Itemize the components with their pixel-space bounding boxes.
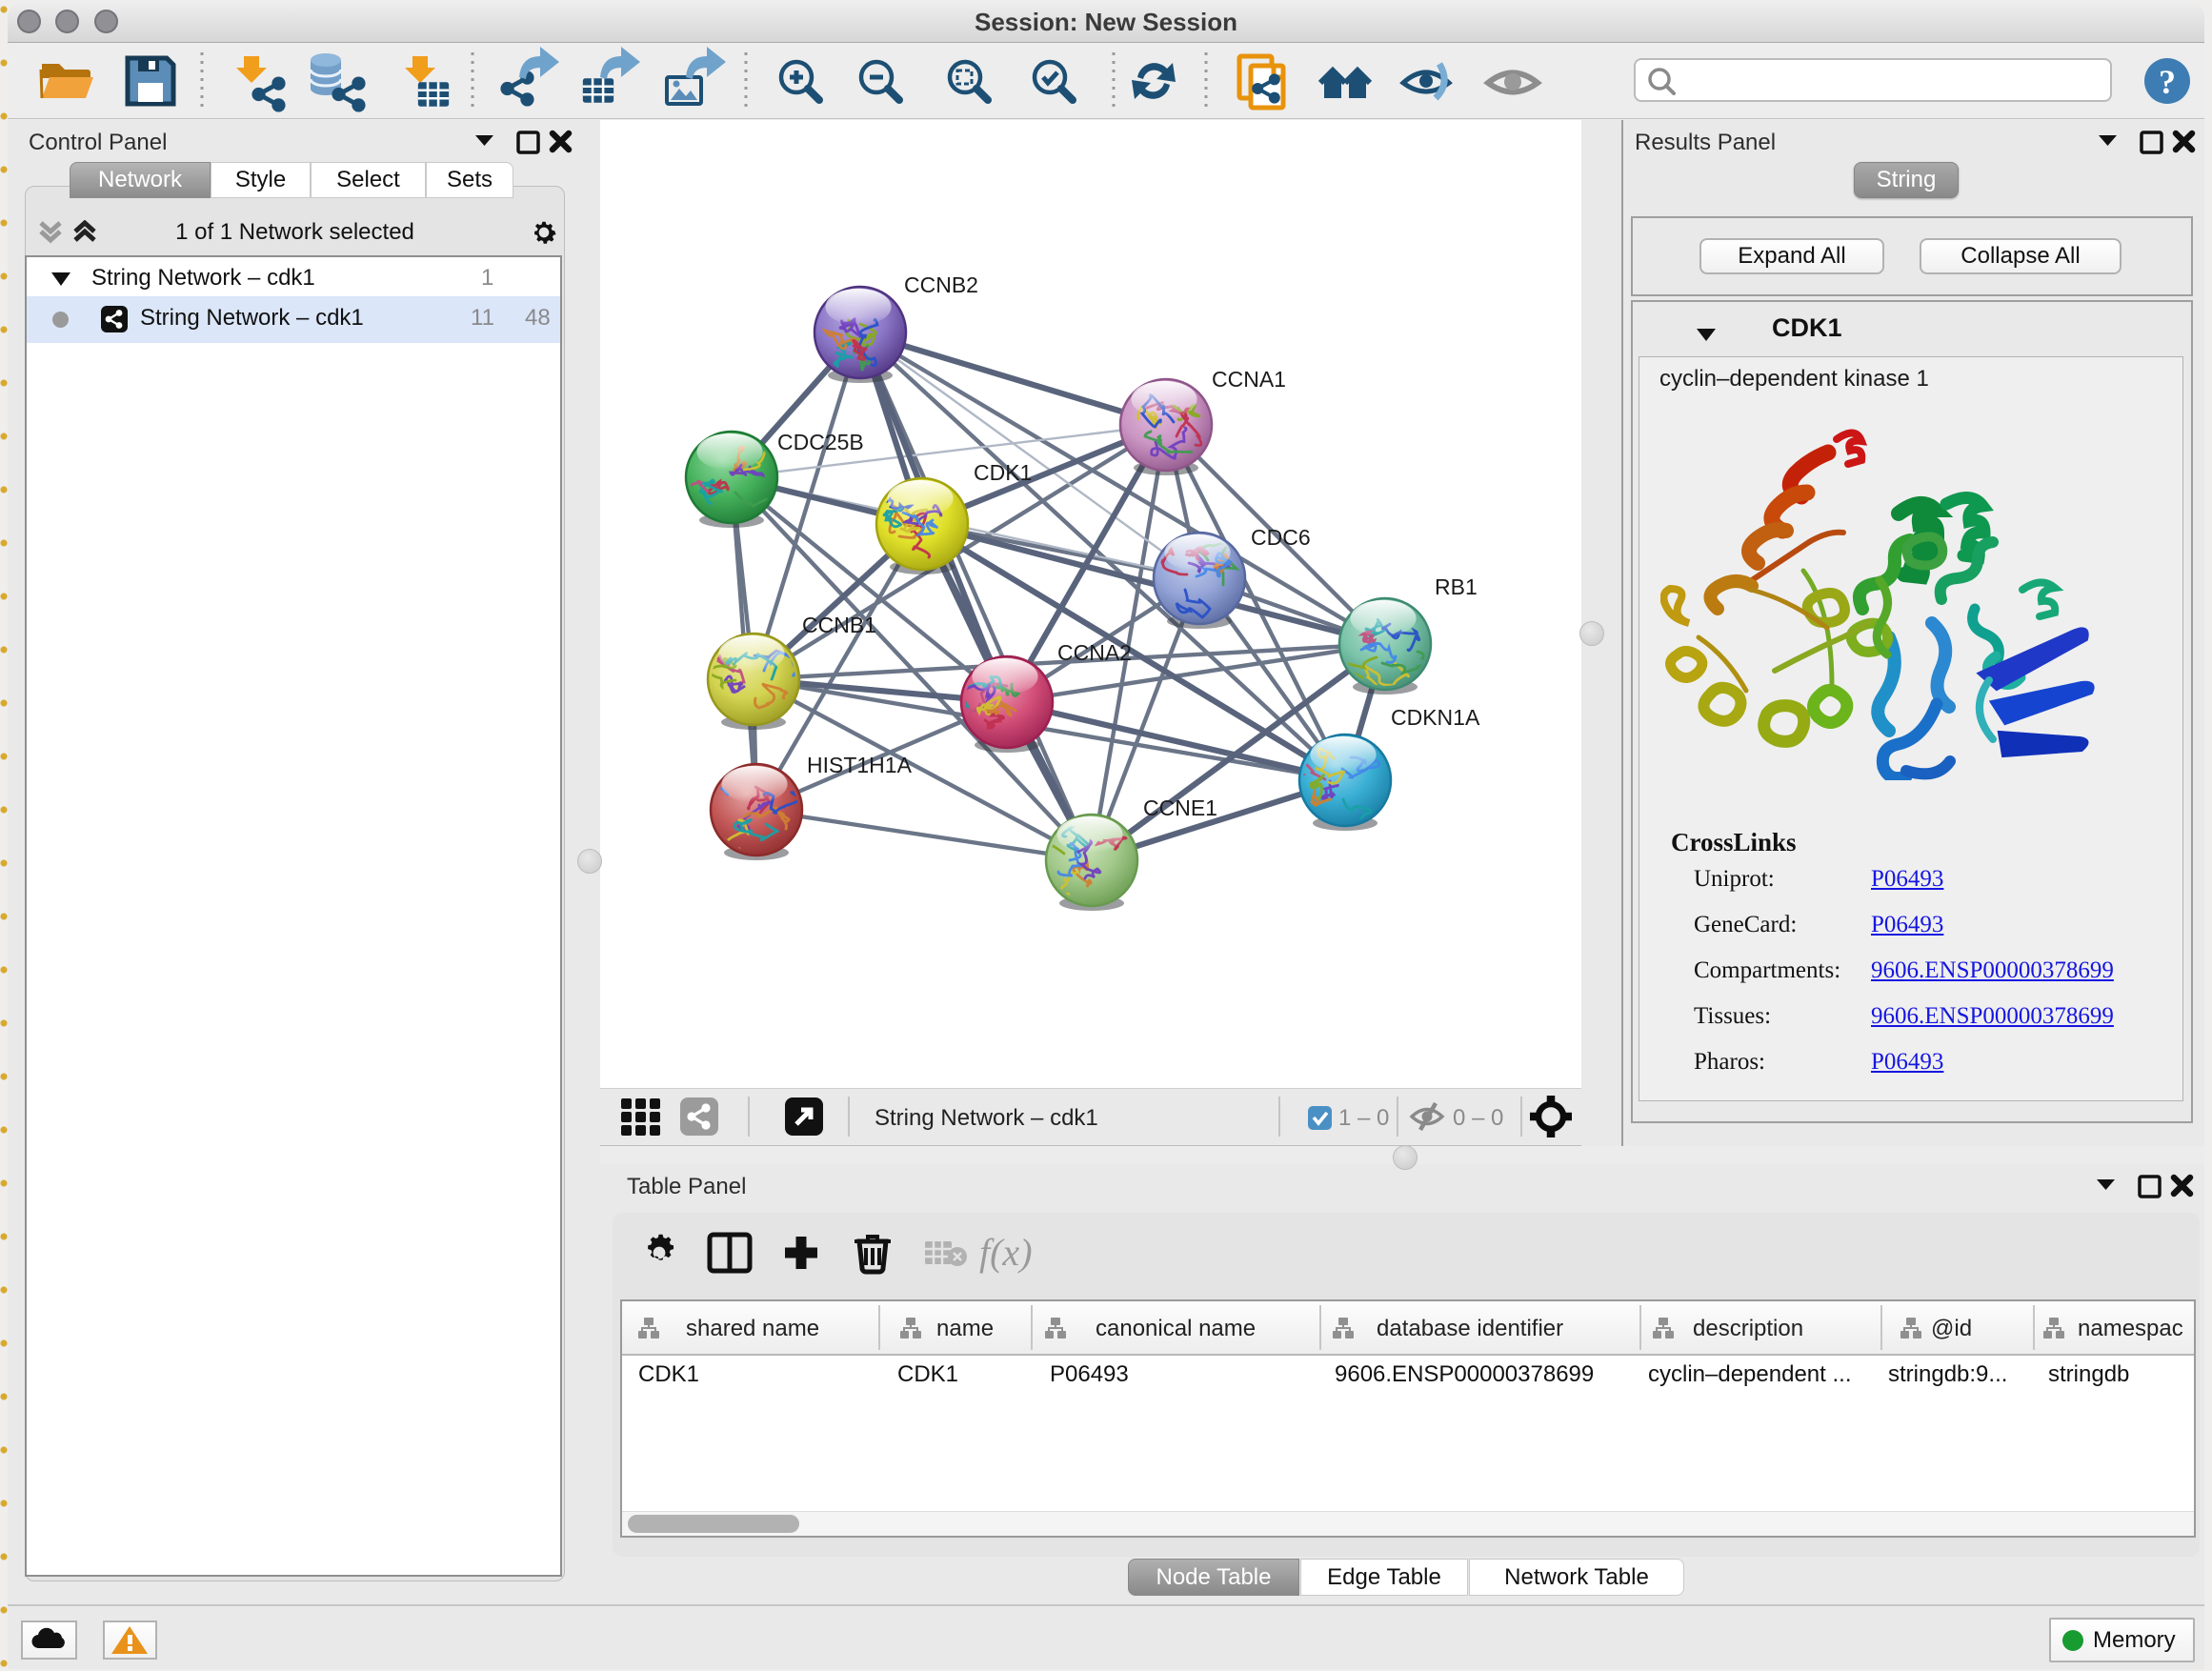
svg-text:database identifier: database identifier <box>1377 1316 1563 1341</box>
svg-text:1 – 0: 1 – 0 <box>1338 1105 1389 1131</box>
svg-text:HIST1H1A: HIST1H1A <box>807 753 913 777</box>
svg-text:CCNE1: CCNE1 <box>1143 795 1217 820</box>
svg-text:description: description <box>1693 1316 1803 1341</box>
svg-text:CDC25B: CDC25B <box>777 430 864 454</box>
svg-text:CCNB2: CCNB2 <box>904 272 978 297</box>
svg-text:CCNA2: CCNA2 <box>1057 640 1132 665</box>
svg-text:namespac: namespac <box>2078 1316 2183 1341</box>
svg-text:CDK1: CDK1 <box>974 460 1032 485</box>
svg-text:String Network – cdk1: String Network – cdk1 <box>875 1105 1098 1131</box>
svg-text:CDC6: CDC6 <box>1251 525 1311 550</box>
svg-text:f(x): f(x) <box>979 1231 1033 1274</box>
svg-text:?: ? <box>2159 63 2176 101</box>
svg-text:CDKN1A: CDKN1A <box>1391 705 1480 730</box>
svg-text:CCNB1: CCNB1 <box>802 613 876 637</box>
svg-text:name: name <box>936 1316 994 1341</box>
svg-text:CCNA1: CCNA1 <box>1212 367 1286 392</box>
svg-text:shared name: shared name <box>686 1316 819 1341</box>
svg-text:@id: @id <box>1931 1316 1972 1341</box>
svg-text:RB1: RB1 <box>1435 574 1478 599</box>
svg-text:0 – 0: 0 – 0 <box>1453 1105 1503 1131</box>
svg-text:canonical name: canonical name <box>1096 1316 1256 1341</box>
